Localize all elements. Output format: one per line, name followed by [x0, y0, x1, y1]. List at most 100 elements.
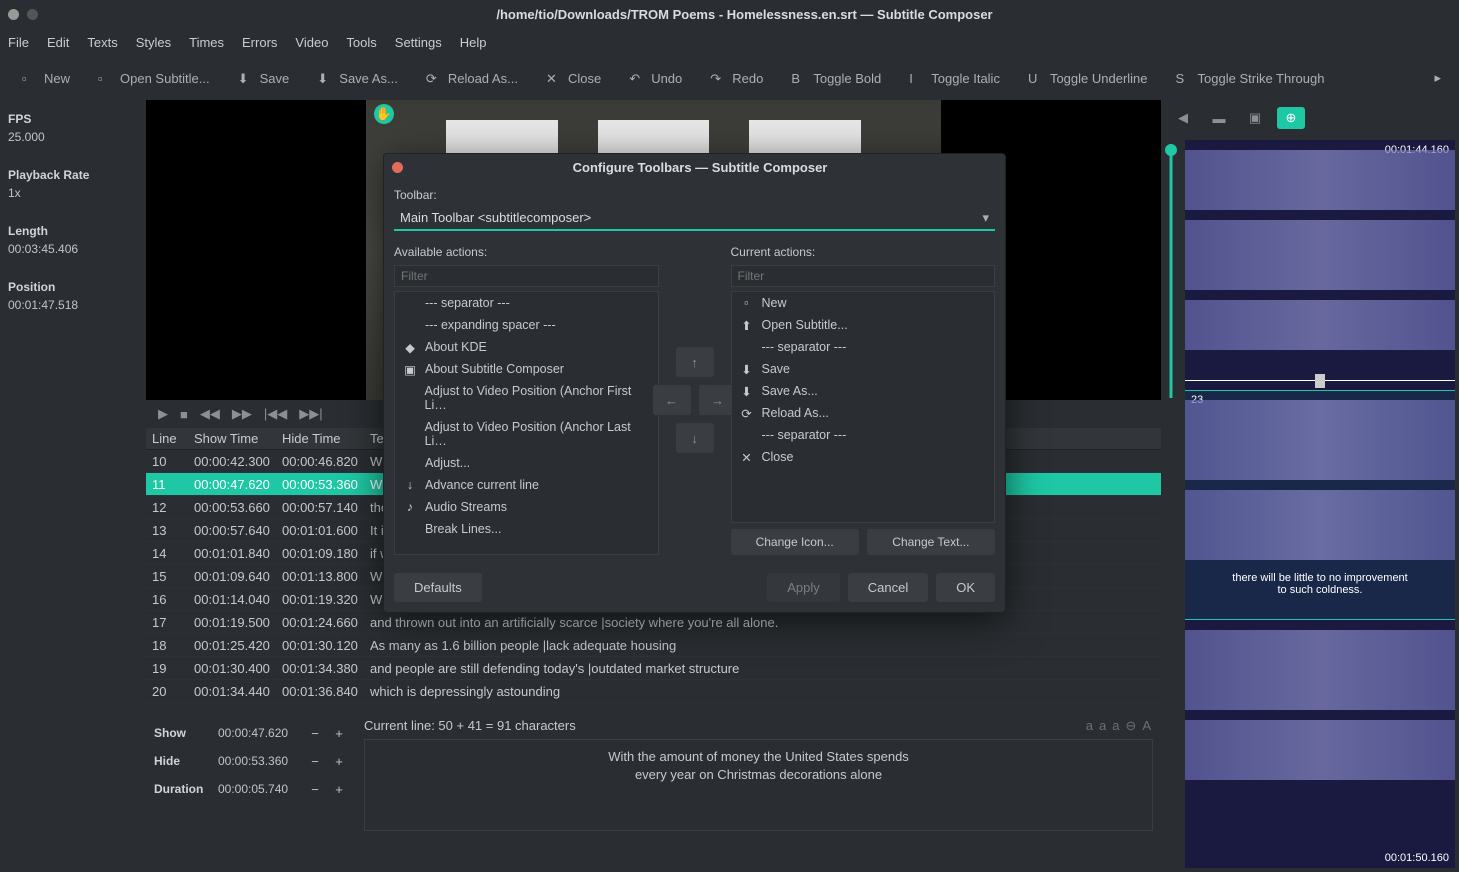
length-value: 00:03:45.406	[8, 242, 138, 256]
wave-minus-icon[interactable]: ▬	[1205, 107, 1233, 129]
menu-times[interactable]: Times	[189, 35, 224, 50]
length-label: Length	[8, 224, 138, 238]
menu-styles[interactable]: Styles	[136, 35, 171, 50]
list-item[interactable]: ▣About Subtitle Composer	[395, 358, 658, 380]
dialog-close-icon[interactable]	[392, 162, 403, 173]
list-item[interactable]: ⟳Reload As...	[732, 402, 995, 424]
fmt-strike-icon[interactable]: ⊖	[1125, 718, 1136, 734]
list-item[interactable]: ◆About KDE	[395, 336, 658, 358]
th-show[interactable]: Show Time	[188, 431, 276, 446]
duration-label: Duration	[154, 782, 212, 796]
dur-plus-icon[interactable]: +	[330, 780, 348, 798]
rewind-icon[interactable]: ◀◀	[200, 406, 220, 422]
menu-tools[interactable]: Tools	[346, 35, 376, 50]
move-left-button[interactable]: ←	[653, 385, 691, 415]
hide-minus-icon[interactable]: −	[306, 752, 324, 770]
list-item[interactable]: ⬆Open Subtitle...	[732, 314, 995, 336]
tb-close[interactable]: ✕Close	[534, 71, 613, 86]
menu-help[interactable]: Help	[460, 35, 487, 50]
ok-button[interactable]: OK	[936, 573, 995, 602]
tb-save[interactable]: ⬇Save	[226, 71, 302, 86]
change-icon-button[interactable]: Change Icon...	[731, 529, 859, 555]
hand-icon[interactable]: ✋	[374, 104, 394, 124]
wave-plus-icon[interactable]: ▣	[1241, 107, 1269, 129]
stop-icon[interactable]: ■	[180, 407, 188, 422]
current-label: Current actions:	[731, 245, 996, 259]
list-item[interactable]: ⬇Save As...	[732, 380, 995, 402]
list-item[interactable]: ♪Audio Streams	[395, 496, 658, 518]
show-plus-icon[interactable]: +	[330, 724, 348, 742]
list-item[interactable]: --- separator ---	[732, 424, 995, 446]
menu-settings[interactable]: Settings	[395, 35, 442, 50]
save-icon: ⬇	[740, 362, 754, 376]
fmt-italic-icon[interactable]: a	[1099, 718, 1106, 734]
menu-texts[interactable]: Texts	[87, 35, 117, 50]
list-item[interactable]: Adjust to Video Position (Anchor First L…	[395, 380, 658, 416]
apply-button[interactable]: Apply	[767, 573, 840, 602]
list-item[interactable]: Adjust...	[395, 452, 658, 474]
list-item[interactable]: --- separator ---	[732, 336, 995, 358]
list-item[interactable]: ⬇Save	[732, 358, 995, 380]
tb-undo[interactable]: ↶Undo	[617, 71, 694, 86]
toolbar-select[interactable]: Main Toolbar <subtitlecomposer>	[394, 206, 995, 231]
list-item[interactable]: ✕Close	[732, 446, 995, 468]
wave-link-icon[interactable]: ⊕	[1277, 107, 1305, 129]
tb-open[interactable]: ▫Open Subtitle...	[86, 71, 222, 86]
cancel-button[interactable]: Cancel	[848, 573, 928, 602]
wave-prev-icon[interactable]: ◀	[1169, 107, 1197, 129]
list-item[interactable]: ▫New	[732, 292, 995, 314]
wave-sub-line2: to such coldness.	[1195, 584, 1445, 596]
list-item[interactable]: ↓Advance current line	[395, 474, 658, 496]
menu-edit[interactable]: Edit	[47, 35, 69, 50]
table-row[interactable]: 2000:01:34.44000:01:36.840which is depre…	[146, 680, 1161, 703]
tb-new[interactable]: ▫New	[10, 71, 82, 86]
skip-fwd-icon[interactable]: ▶▶|	[299, 406, 322, 422]
list-item[interactable]: Break Lines...	[395, 518, 658, 540]
zoom-slider[interactable]	[1161, 136, 1181, 406]
close-icon: ✕	[740, 450, 754, 464]
tb-italic[interactable]: IToggle Italic	[897, 71, 1012, 86]
table-row[interactable]: 1800:01:25.42000:01:30.120As many as 1.6…	[146, 634, 1161, 657]
available-list[interactable]: --- separator ------ expanding spacer --…	[394, 291, 659, 555]
tb-strike[interactable]: SToggle Strike Through	[1164, 71, 1337, 86]
subtitle-editor[interactable]: With the amount of money the United Stat…	[364, 739, 1153, 831]
fmt-color-icon[interactable]: A	[1142, 718, 1151, 734]
toolbar-overflow-icon[interactable]: ▸	[1434, 70, 1449, 86]
tb-bold[interactable]: BToggle Bold	[779, 71, 893, 86]
th-hide[interactable]: Hide Time	[276, 431, 364, 446]
window-min-dot[interactable]	[27, 9, 38, 20]
tb-redo[interactable]: ↷Redo	[698, 71, 775, 86]
th-line[interactable]: Line	[146, 431, 188, 446]
close-icon: ✕	[546, 71, 560, 85]
tb-underline[interactable]: UToggle Underline	[1016, 71, 1160, 86]
table-row[interactable]: 1900:01:30.40000:01:34.380and people are…	[146, 657, 1161, 680]
menu-errors[interactable]: Errors	[242, 35, 277, 50]
hide-plus-icon[interactable]: +	[330, 752, 348, 770]
current-list[interactable]: ▫New⬆Open Subtitle...--- separator ---⬇S…	[731, 291, 996, 523]
show-minus-icon[interactable]: −	[306, 724, 324, 742]
window-close-dot[interactable]	[8, 9, 19, 20]
move-down-button[interactable]: ↓	[676, 423, 714, 453]
list-item[interactable]: --- expanding spacer ---	[395, 314, 658, 336]
move-up-button[interactable]: ↑	[676, 347, 714, 377]
tb-reload[interactable]: ⟳Reload As...	[414, 71, 530, 86]
available-filter[interactable]	[394, 265, 659, 287]
show-value: 00:00:47.620	[218, 726, 300, 740]
play-icon[interactable]: ▶	[158, 406, 168, 422]
tb-saveas[interactable]: ⬇Save As...	[305, 71, 410, 86]
dur-minus-icon[interactable]: −	[306, 780, 324, 798]
menu-file[interactable]: File	[8, 35, 29, 50]
table-row[interactable]: 1700:01:19.50000:01:24.660and thrown out…	[146, 611, 1161, 634]
defaults-button[interactable]: Defaults	[394, 573, 482, 602]
change-text-button[interactable]: Change Text...	[867, 529, 995, 555]
fmt-bold-icon[interactable]: a	[1086, 718, 1093, 734]
reload-icon: ⟳	[426, 71, 440, 85]
forward-icon[interactable]: ▶▶	[232, 406, 252, 422]
fmt-underline-icon[interactable]: a	[1112, 718, 1119, 734]
waveform-view[interactable]: 00:01:44.160 23 there will be little to …	[1185, 140, 1455, 868]
skip-back-icon[interactable]: |◀◀	[264, 406, 287, 422]
menu-video[interactable]: Video	[295, 35, 328, 50]
list-item[interactable]: --- separator ---	[395, 292, 658, 314]
current-filter[interactable]	[731, 265, 996, 287]
list-item[interactable]: Adjust to Video Position (Anchor Last Li…	[395, 416, 658, 452]
